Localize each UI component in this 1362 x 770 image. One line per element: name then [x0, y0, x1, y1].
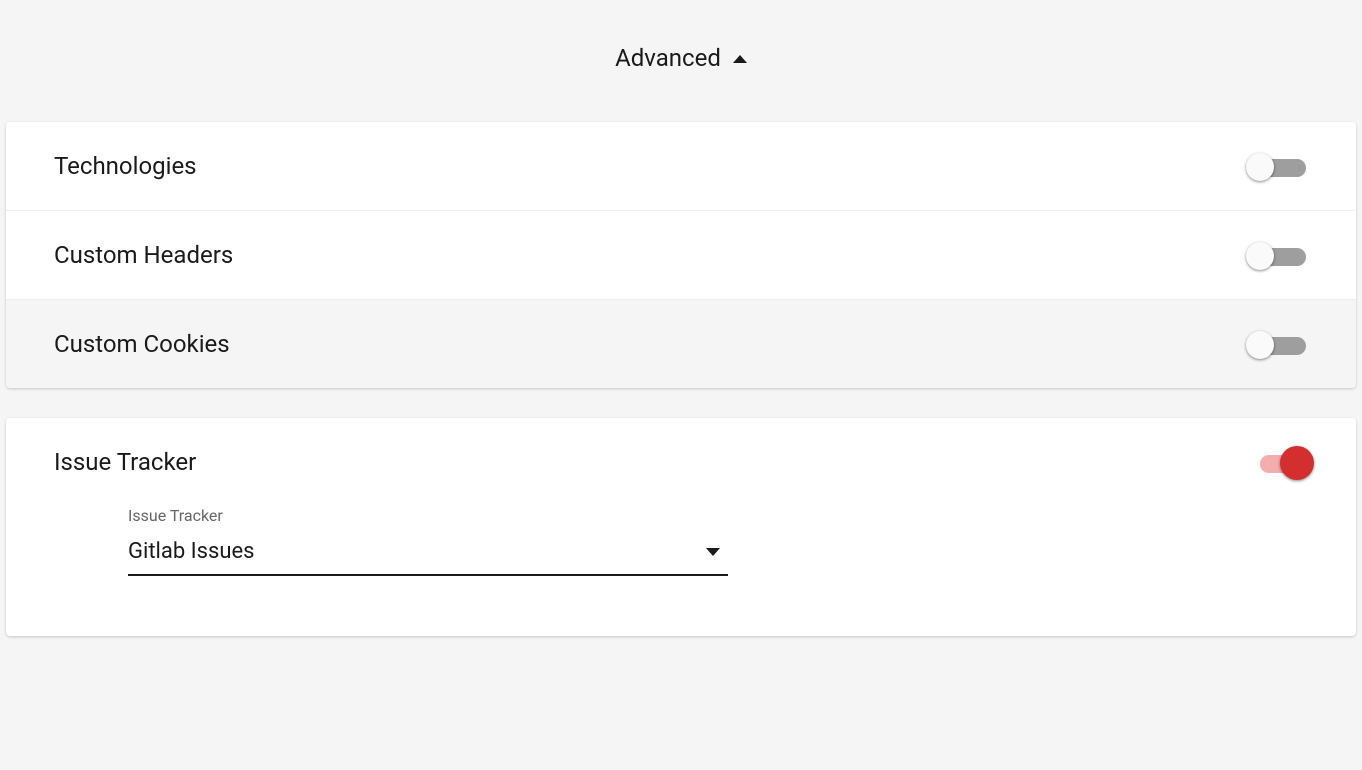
advanced-title: Advanced	[615, 44, 721, 72]
issue-tracker-select-value: Gitlab Issues	[128, 539, 255, 564]
issue-tracker-label: Issue Tracker	[54, 448, 196, 476]
issue-tracker-row: Issue Tracker	[6, 418, 1356, 486]
issue-tracker-select-wrapper: Issue Tracker Gitlab Issues	[6, 486, 1356, 636]
technologies-toggle[interactable]	[1246, 152, 1308, 180]
toggle-thumb	[1246, 331, 1274, 359]
chevron-down-icon	[706, 548, 720, 556]
toggle-thumb	[1246, 153, 1274, 181]
custom-headers-label: Custom Headers	[54, 241, 233, 269]
toggle-thumb	[1246, 242, 1274, 270]
issue-tracker-card: Issue Tracker Issue Tracker Gitlab Issue…	[6, 418, 1356, 636]
custom-headers-toggle[interactable]	[1246, 241, 1308, 269]
advanced-settings-container: Advanced Technologies Custom Headers Cus…	[0, 0, 1362, 636]
issue-tracker-toggle[interactable]	[1246, 448, 1308, 476]
issue-tracker-select-label: Issue Tracker	[128, 506, 1308, 525]
technologies-label: Technologies	[54, 152, 197, 180]
advanced-header[interactable]: Advanced	[0, 0, 1362, 122]
custom-cookies-row: Custom Cookies	[6, 300, 1356, 388]
chevron-up-icon	[733, 55, 747, 63]
custom-headers-row: Custom Headers	[6, 211, 1356, 300]
technologies-row: Technologies	[6, 122, 1356, 211]
custom-cookies-toggle[interactable]	[1246, 330, 1308, 358]
settings-card: Technologies Custom Headers Custom Cooki…	[6, 122, 1356, 388]
toggle-thumb	[1280, 446, 1314, 480]
issue-tracker-select[interactable]: Gitlab Issues	[128, 533, 728, 576]
custom-cookies-label: Custom Cookies	[54, 330, 230, 358]
